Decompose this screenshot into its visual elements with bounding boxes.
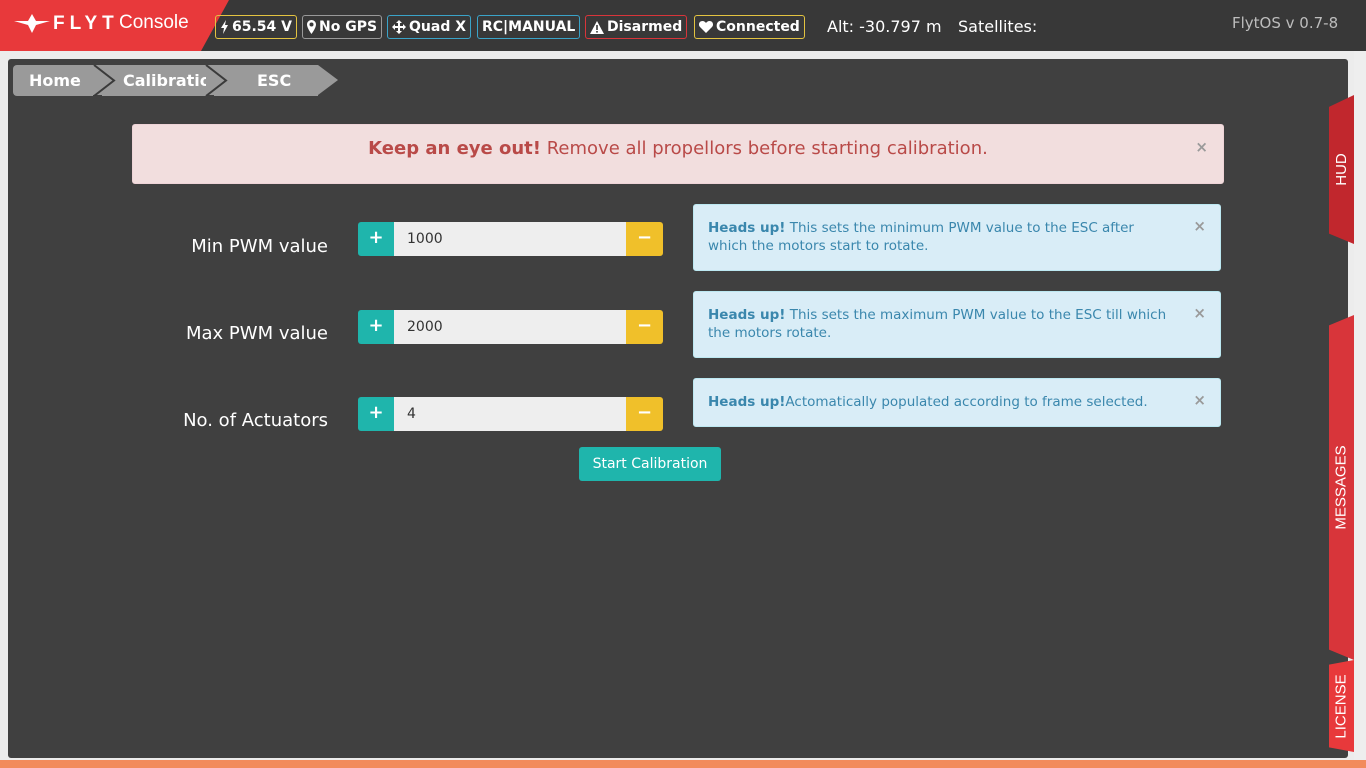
brand[interactable]: FLYT Console	[0, 0, 229, 51]
version-label: FlytOS v 0.7-8	[1232, 14, 1339, 32]
tab-messages[interactable]: MESSAGES	[1329, 315, 1354, 660]
move-arrows-icon	[392, 20, 406, 34]
close-icon[interactable]: ×	[1195, 140, 1208, 155]
gps-status: No GPS	[319, 19, 378, 35]
breadcrumb-esc-label: ESC	[257, 71, 292, 90]
close-icon[interactable]: ×	[1193, 219, 1206, 234]
warning-text: Remove all propellors before starting ca…	[541, 138, 988, 159]
lightning-icon	[221, 20, 228, 34]
scrollbar-thumb[interactable]	[1354, 51, 1366, 760]
flyt-logo-icon	[14, 14, 50, 33]
arm-badge: Disarmed	[585, 15, 688, 39]
heart-icon	[699, 21, 713, 33]
min-pwm-input[interactable]	[394, 222, 626, 256]
increment-button[interactable]: +	[358, 222, 394, 256]
connection-badge: Connected	[694, 15, 805, 39]
flight-mode: RC|MANUAL	[482, 19, 576, 35]
info-text: Actomatically populated according to fra…	[785, 394, 1148, 410]
info-title: Heads up!	[708, 220, 786, 236]
actuators-stepper: + −	[358, 397, 663, 431]
info-title: Heads up!	[708, 307, 786, 323]
actuators-label: No. of Actuators	[183, 410, 328, 431]
breadcrumb-calibration[interactable]: Calibratio	[82, 65, 226, 96]
bottom-strip	[0, 760, 1366, 768]
max-pwm-input[interactable]	[394, 310, 626, 344]
mode-badge: RC|MANUAL	[477, 15, 581, 39]
voltage-badge: 65.54 V	[215, 15, 297, 39]
decrement-button[interactable]: −	[626, 222, 663, 256]
max-pwm-label: Max PWM value	[185, 323, 328, 344]
tab-license-label: LICENSE	[1333, 673, 1351, 739]
warning-icon	[590, 20, 604, 34]
frame-type: Quad X	[409, 19, 467, 35]
close-icon[interactable]: ×	[1193, 306, 1206, 321]
voltage-value: 65.54 V	[232, 19, 292, 35]
tab-hud[interactable]: HUD	[1329, 95, 1354, 244]
breadcrumb-home[interactable]: Home	[13, 65, 113, 96]
breadcrumb-esc[interactable]: ESC	[194, 65, 338, 96]
connection-status: Connected	[716, 19, 800, 35]
tab-hud-label: HUD	[1333, 153, 1350, 186]
warning-title: Keep an eye out!	[368, 138, 541, 159]
top-bar: FLYT Console 65.54 V No GPS Quad X RC|MA…	[0, 0, 1366, 51]
min-pwm-info: Heads up! This sets the minimum PWM valu…	[693, 204, 1221, 271]
start-calibration-button[interactable]: Start Calibration	[579, 447, 721, 481]
brand-name: FLYT	[53, 13, 119, 34]
gps-badge: No GPS	[302, 15, 383, 39]
decrement-button[interactable]: −	[626, 310, 663, 344]
max-pwm-stepper: + −	[358, 310, 663, 344]
actuators-input[interactable]	[394, 397, 626, 431]
increment-button[interactable]: +	[358, 310, 394, 344]
warning-alert: Keep an eye out! Remove all propellors b…	[132, 124, 1224, 184]
breadcrumb-divider	[205, 65, 228, 96]
min-pwm-label: Min PWM value	[191, 236, 328, 257]
tab-messages-label: MESSAGES	[1333, 445, 1351, 530]
brand-subtitle: Console	[119, 12, 189, 33]
arm-state: Disarmed	[607, 19, 683, 35]
satellites-readout: Satellites:	[958, 17, 1038, 36]
max-pwm-info: Heads up! This sets the maximum PWM valu…	[693, 291, 1221, 358]
decrement-button[interactable]: −	[626, 397, 663, 431]
increment-button[interactable]: +	[358, 397, 394, 431]
breadcrumb-divider	[93, 65, 116, 96]
info-title: Heads up!	[708, 394, 786, 410]
map-marker-icon	[307, 20, 316, 34]
frame-badge: Quad X	[387, 15, 472, 39]
min-pwm-stepper: + −	[358, 222, 663, 256]
altitude-readout: Alt: -30.797 m	[827, 17, 942, 36]
tab-license[interactable]: LICENSE	[1329, 660, 1354, 752]
close-icon[interactable]: ×	[1193, 393, 1206, 408]
actuators-info: Heads up!Actomatically populated accordi…	[693, 378, 1221, 427]
